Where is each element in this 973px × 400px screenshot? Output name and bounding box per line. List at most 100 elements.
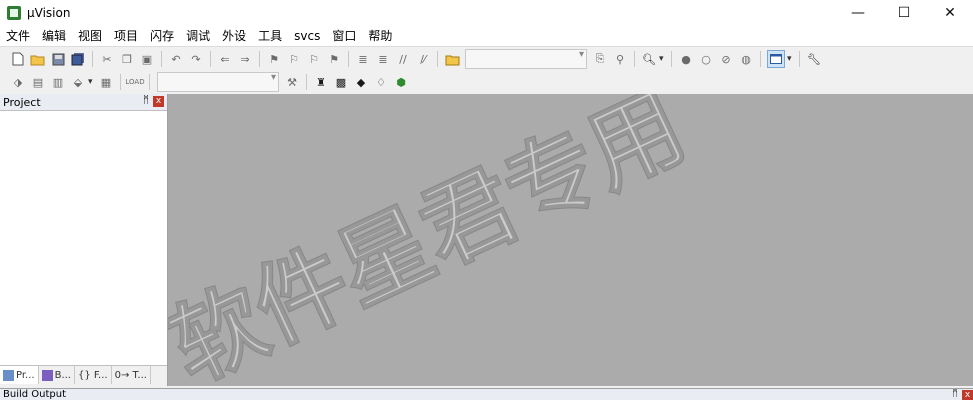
toolbar-separator bbox=[306, 74, 307, 90]
tab-functions-label: {} F... bbox=[78, 369, 108, 381]
toolbar-separator bbox=[210, 51, 211, 67]
save-all-icon[interactable] bbox=[70, 51, 86, 67]
menu-file[interactable]: 文件 bbox=[0, 26, 36, 46]
pack-installer-icon[interactable]: ⬢ bbox=[393, 74, 409, 90]
menu-svcs[interactable]: svcs bbox=[288, 26, 326, 46]
pin-icon[interactable]: ᛗ bbox=[143, 95, 149, 106]
books-icon[interactable]: ◆ bbox=[353, 74, 369, 90]
toolbar-separator bbox=[437, 51, 438, 67]
tab-project-label: Pr... bbox=[16, 369, 35, 381]
new-file-icon[interactable] bbox=[10, 51, 26, 67]
menu-flash[interactable]: 闪存 bbox=[144, 26, 180, 46]
menu-bar: 文件 编辑 视图 项目 闪存 调试 外设 工具 svcs 窗口 帮助 bbox=[0, 26, 973, 46]
maximize-button[interactable]: ☐ bbox=[881, 0, 927, 26]
nav-forward-icon[interactable]: ⇒ bbox=[237, 51, 253, 67]
toolbar-separator bbox=[799, 51, 800, 67]
target-select[interactable] bbox=[157, 72, 279, 92]
nav-back-icon[interactable]: ⇐ bbox=[217, 51, 233, 67]
target-options-icon[interactable]: ⚒ bbox=[284, 74, 300, 90]
save-icon[interactable] bbox=[50, 51, 66, 67]
tab-books[interactable]: B... bbox=[39, 366, 75, 384]
copy-icon[interactable]: ❐ bbox=[119, 51, 135, 67]
find-in-files-icon[interactable] bbox=[444, 51, 460, 67]
indent-icon[interactable]: ≣ bbox=[355, 51, 371, 67]
translate-icon[interactable]: ⬗ bbox=[10, 74, 26, 90]
breakpoint-kill-icon[interactable]: ⊘ bbox=[718, 51, 734, 67]
redo-icon[interactable]: ↷ bbox=[188, 51, 204, 67]
title-bar: µVision — ☐ ✕ bbox=[0, 0, 973, 26]
tab-templates-label: 0→ T... bbox=[114, 369, 147, 381]
incremental-find-icon[interactable]: ⚲ bbox=[612, 51, 628, 67]
close-button[interactable]: ✕ bbox=[927, 0, 973, 26]
toolbar-separator bbox=[671, 51, 672, 67]
menu-view[interactable]: 视图 bbox=[72, 26, 108, 46]
breakpoint-icon[interactable]: ● bbox=[678, 51, 694, 67]
toolbar-separator bbox=[348, 51, 349, 67]
toolbar-separator bbox=[259, 51, 260, 67]
app-icon bbox=[7, 6, 21, 20]
project-panel: Project ᛗ x Pr... B... {} F... 0→ T... bbox=[0, 94, 168, 386]
menu-peripherals[interactable]: 外设 bbox=[216, 26, 252, 46]
build-output-panel: Build Output ᛗ x bbox=[0, 388, 973, 400]
bookmark-next-icon[interactable]: ⚐ bbox=[306, 51, 322, 67]
select-packs-icon[interactable]: ▩ bbox=[333, 74, 349, 90]
unindent-icon[interactable]: ≣ bbox=[375, 51, 391, 67]
debug-dropdown-icon[interactable]: ▾ bbox=[659, 54, 667, 64]
toolbar-separator bbox=[120, 74, 121, 90]
runtime-env-icon[interactable]: ♢ bbox=[373, 74, 389, 90]
undo-icon[interactable]: ↶ bbox=[168, 51, 184, 67]
bookmark-toggle-icon[interactable]: ⚑ bbox=[266, 51, 282, 67]
tab-templates[interactable]: 0→ T... bbox=[112, 366, 151, 384]
close-panel-icon[interactable]: x bbox=[153, 96, 164, 107]
find-icon[interactable]: ⎘ bbox=[592, 51, 608, 67]
window-title: µVision bbox=[27, 6, 71, 20]
bookmark-clear-icon[interactable]: ⚑ bbox=[326, 51, 342, 67]
breakpoint-disable-icon[interactable]: ○ bbox=[698, 51, 714, 67]
editor-area[interactable]: 软件星君专用 bbox=[168, 94, 973, 386]
configure-icon[interactable]: 🔧︎ bbox=[806, 51, 822, 67]
toolbar-separator bbox=[92, 51, 93, 67]
menu-window[interactable]: 窗口 bbox=[326, 26, 362, 46]
minimize-button[interactable]: — bbox=[835, 0, 881, 26]
tab-project[interactable]: Pr... bbox=[0, 366, 39, 384]
comment-icon[interactable]: // bbox=[395, 51, 411, 67]
toolbar-separator bbox=[634, 51, 635, 67]
stop-build-icon[interactable]: ▦ bbox=[98, 74, 114, 90]
open-folder-icon[interactable] bbox=[30, 51, 46, 67]
toolbar-separator bbox=[161, 51, 162, 67]
rebuild-icon[interactable]: ▥ bbox=[50, 74, 66, 90]
batch-dropdown-icon[interactable]: ▾ bbox=[88, 77, 96, 87]
download-icon[interactable]: LOAD bbox=[125, 74, 144, 90]
layout-dropdown-icon[interactable]: ▾ bbox=[787, 54, 795, 64]
project-panel-title: Project bbox=[3, 95, 41, 109]
tab-functions[interactable]: {} F... bbox=[75, 366, 112, 384]
project-tree[interactable] bbox=[0, 111, 167, 364]
window-layout-icon[interactable] bbox=[767, 50, 785, 68]
build-icon[interactable]: ▤ bbox=[30, 74, 46, 90]
cut-icon[interactable]: ✂ bbox=[99, 51, 115, 67]
menu-project[interactable]: 项目 bbox=[108, 26, 144, 46]
batch-build-icon[interactable]: ⬙ bbox=[70, 74, 86, 90]
watermark-text: 软件星君专用 bbox=[168, 94, 701, 386]
build-output-close-icon[interactable]: x bbox=[962, 390, 973, 400]
manage-components-icon[interactable]: ♜ bbox=[313, 74, 329, 90]
project-panel-header: Project ᛗ x bbox=[0, 94, 167, 111]
build-toolbar: ⬗ ▤ ▥ ⬙ ▾ ▦ LOAD ⚒ ♜ ▩ ◆ ♢ ⬢ bbox=[0, 70, 420, 94]
paste-icon[interactable]: ▣ bbox=[139, 51, 155, 67]
project-tab-icon bbox=[3, 369, 14, 381]
project-panel-tabs: Pr... B... {} F... 0→ T... bbox=[0, 365, 167, 386]
tab-books-label: B... bbox=[54, 369, 71, 381]
window-controls: — ☐ ✕ bbox=[835, 0, 973, 26]
bookmark-prev-icon[interactable]: ⚐ bbox=[286, 51, 302, 67]
menu-help[interactable]: 帮助 bbox=[362, 26, 398, 46]
build-output-pin-icon[interactable]: ᛗ bbox=[952, 389, 958, 399]
breakpoint-kill-all-icon[interactable]: ◍ bbox=[738, 51, 754, 67]
debug-start-icon[interactable]: 🔍︎ bbox=[641, 51, 657, 67]
menu-edit[interactable]: 编辑 bbox=[36, 26, 72, 46]
menu-debug[interactable]: 调试 bbox=[180, 26, 216, 46]
uncomment-icon[interactable]: /⁄ bbox=[415, 51, 431, 67]
menu-tools[interactable]: 工具 bbox=[252, 26, 288, 46]
toolbar-separator bbox=[760, 51, 761, 67]
toolbar-separator bbox=[149, 74, 150, 90]
find-combo[interactable] bbox=[465, 49, 587, 69]
